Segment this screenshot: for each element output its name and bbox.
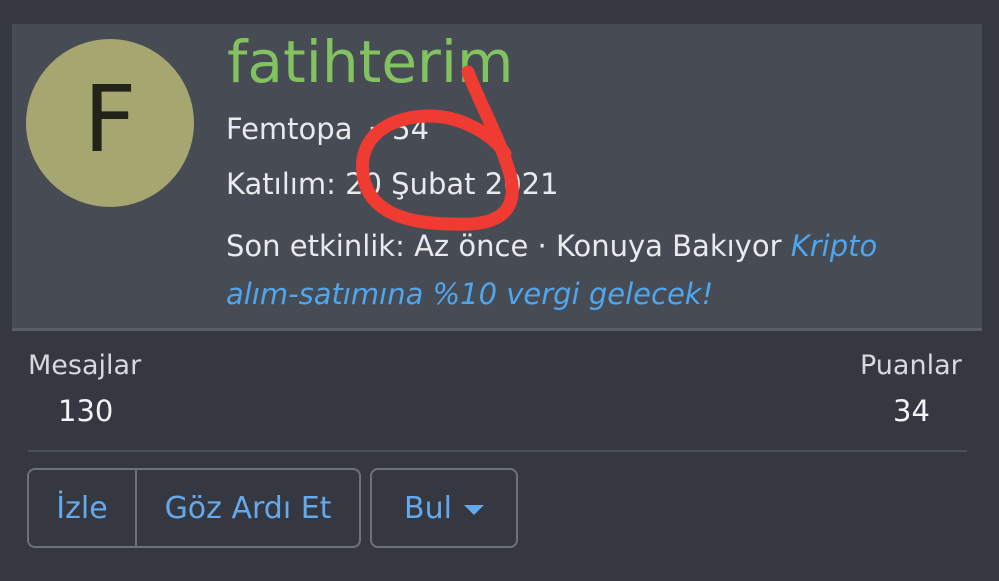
username[interactable]: fatihterim	[227, 28, 513, 98]
joined-date: 20 Şubat 2021	[345, 167, 559, 201]
follow-ignore-button-group: İzle Göz Ardı Et	[27, 468, 361, 548]
separator-dot: ·	[537, 229, 547, 263]
activity-label: Son etkinlik:	[226, 229, 405, 263]
joined-line: Katılım: 20 Şubat 2021	[226, 167, 559, 201]
avatar[interactable]: F	[26, 39, 194, 207]
caret-down-icon	[463, 505, 484, 515]
last-activity-line: Son etkinlik: Az önce · Konuya Bakıyor K…	[226, 223, 926, 319]
joined-label: Katılım:	[226, 167, 336, 201]
messages-value[interactable]: 130	[58, 394, 113, 428]
separator-dot: ·	[367, 112, 377, 146]
activity-action: Konuya Bakıyor	[555, 229, 782, 263]
avatar-letter: F	[83, 66, 137, 173]
profile-header-card: F fatihterim Femtopa · 54 Katılım: 20 Şu…	[12, 24, 982, 331]
messages-label: Mesajlar	[28, 350, 142, 381]
ignore-button[interactable]: Göz Ardı Et	[137, 470, 359, 546]
points-label: Puanlar	[860, 350, 962, 381]
user-rank: Femtopa	[226, 112, 353, 146]
find-label: Bul	[404, 490, 452, 526]
rank-line: Femtopa · 54	[226, 112, 430, 146]
find-dropdown-button[interactable]: Bul	[370, 468, 518, 548]
divider	[28, 450, 967, 452]
activity-time: Az önce	[414, 229, 529, 263]
member-profile-page: F fatihterim Femtopa · 54 Katılım: 20 Şu…	[0, 0, 999, 581]
points-value[interactable]: 34	[893, 394, 930, 428]
follow-button[interactable]: İzle	[29, 470, 137, 546]
inline-message-count: 54	[392, 112, 430, 146]
